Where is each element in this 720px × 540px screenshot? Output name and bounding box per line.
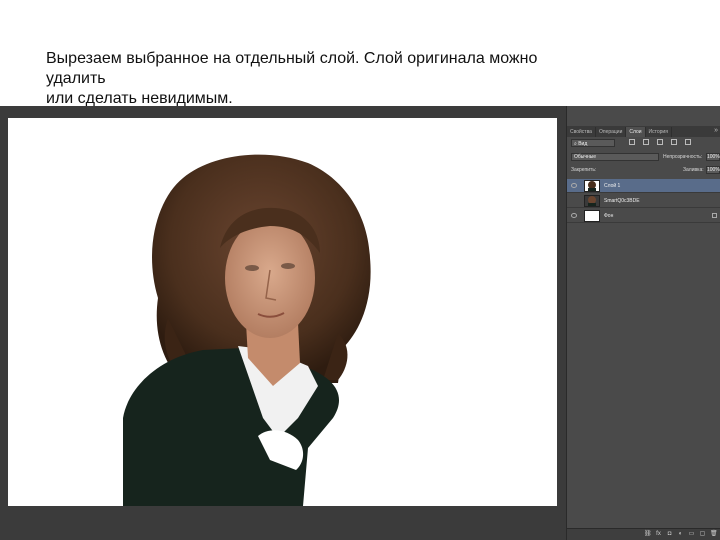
trash-icon[interactable]: 🗑 (710, 531, 718, 538)
opacity-field[interactable]: 100% (706, 153, 720, 161)
layer-thumbnail (584, 210, 600, 222)
lock-icon (712, 213, 717, 218)
search-icon: ⌕ (574, 141, 577, 147)
link-icon[interactable]: ⛓ (644, 531, 652, 538)
caption-line-2: удалить (46, 70, 106, 87)
layer-filter-row: ⌕ Вид (567, 137, 720, 148)
opacity-label: Непрозрачность: (663, 154, 703, 160)
mask-icon[interactable]: ◘ (666, 531, 673, 538)
layer-row-background[interactable]: Фон (567, 209, 720, 223)
layer-filter-select[interactable]: ⌕ Вид (571, 139, 615, 147)
tab-history[interactable]: История (646, 127, 672, 137)
image-filter-icon[interactable] (629, 139, 635, 145)
fill-label: Заливка: (683, 167, 704, 173)
double-chevron-right-icon[interactable]: » (714, 127, 718, 134)
filter-icon-group (629, 139, 691, 145)
tab-properties[interactable]: Свойства (567, 127, 596, 137)
document-canvas[interactable] (8, 118, 557, 506)
lock-row: Закрепить: Заливка: 100% (567, 164, 720, 175)
fx-icon[interactable]: fx (655, 531, 662, 538)
new-layer-icon[interactable]: ▢ (699, 531, 706, 538)
visibility-eye-icon[interactable] (571, 213, 577, 218)
folder-icon[interactable]: ▭ (688, 531, 695, 538)
adjustment-filter-icon[interactable] (643, 139, 649, 145)
layer-thumbnail (584, 195, 600, 207)
workspace (0, 106, 566, 540)
filter-kind-label: Вид (578, 141, 588, 147)
shape-filter-icon[interactable] (671, 139, 677, 145)
caption-line-1: Вырезаем выбранное на отдельный слой. Сл… (46, 50, 538, 67)
blend-row: Обычные Непрозрачность: 100% (567, 151, 720, 162)
cutout-portrait-image (123, 154, 371, 506)
blend-mode-value: Обычные (574, 154, 597, 160)
layer-name: Слой 1 (604, 183, 621, 189)
slide-caption: Вырезаем выбранное на отдельный слой. Сл… (46, 49, 646, 109)
fill-field[interactable]: 100% (706, 166, 720, 174)
adjustment-icon[interactable]: ◐ (677, 531, 684, 538)
layer-name: SmartQ0c3BDE (604, 198, 640, 204)
visibility-eye-icon[interactable] (571, 183, 577, 188)
layer-thumbnail (584, 180, 600, 192)
panel-footer: ⛓ fx ◘ ◐ ▭ ▢ 🗑 (567, 528, 720, 540)
smart-filter-icon[interactable] (685, 139, 691, 145)
layer-name: Фон (604, 213, 614, 219)
layer-row-layer1[interactable]: Слой 1 (567, 179, 720, 193)
type-filter-icon[interactable] (657, 139, 663, 145)
tab-layers[interactable]: Слои (626, 127, 646, 137)
tab-actions[interactable]: Операции (596, 127, 627, 137)
lock-label: Закрепить: (571, 167, 597, 173)
blend-mode-select[interactable]: Обычные (571, 153, 659, 161)
photoshop-window: Свойства Операции Слои История » ⌕ Вид О… (0, 106, 720, 540)
layers-panel: Свойства Операции Слои История » ⌕ Вид О… (566, 106, 720, 540)
layer-row-smart[interactable]: SmartQ0c3BDE (567, 194, 720, 208)
panel-tab-bar: Свойства Операции Слои История (567, 126, 720, 137)
